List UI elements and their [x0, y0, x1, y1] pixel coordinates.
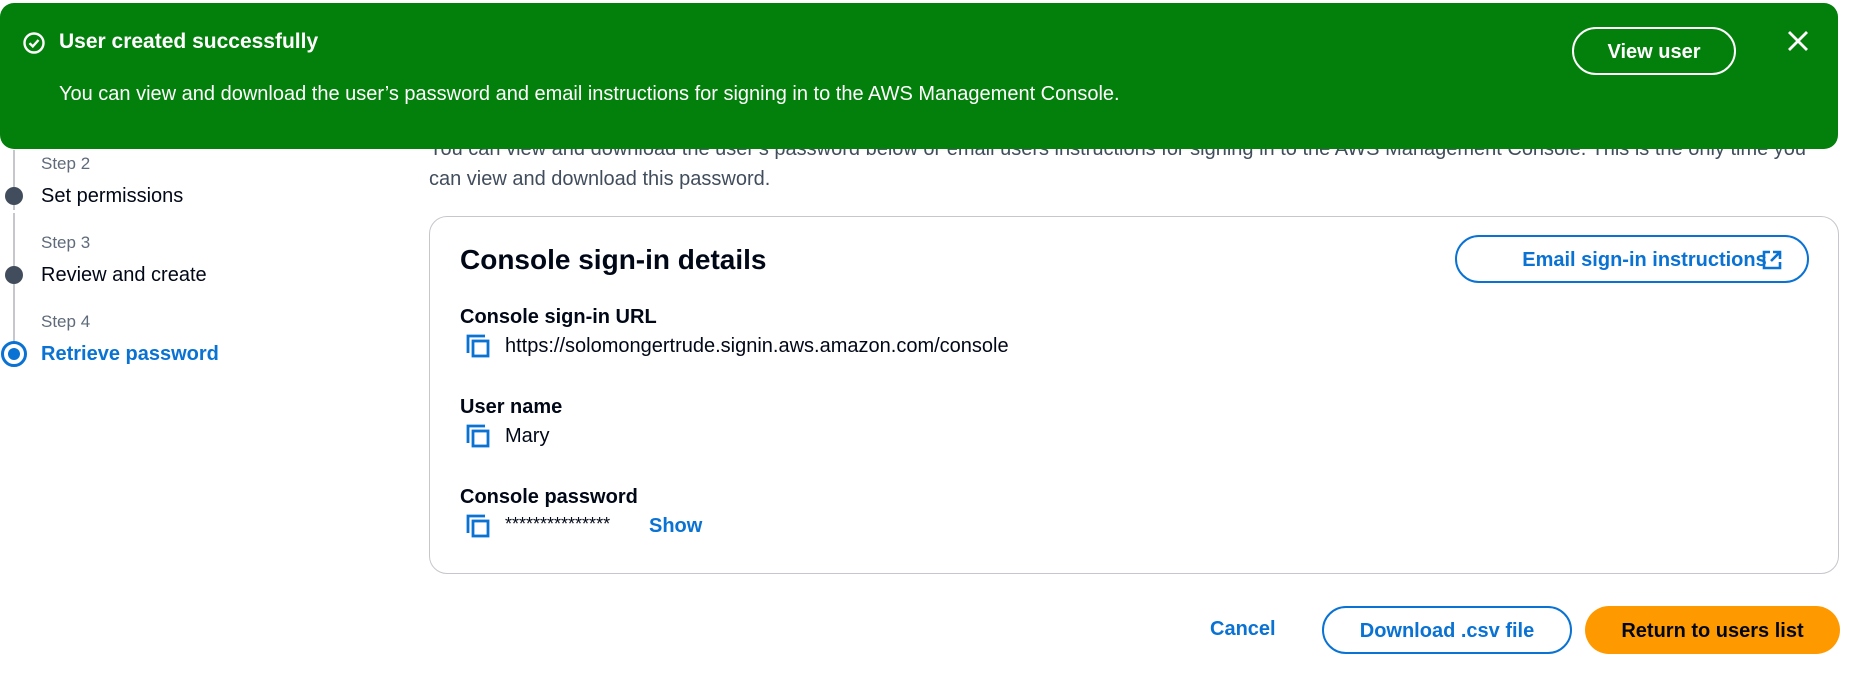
- copy-username-icon[interactable]: [465, 423, 491, 449]
- page: Step 2 Set permissions Step 3 Review and…: [0, 0, 1862, 679]
- step-3-link[interactable]: Review and create: [41, 263, 207, 287]
- check-circle-icon: [23, 32, 45, 54]
- masked-password-value: ***************: [505, 514, 611, 534]
- step-4-current: Retrieve password: [41, 343, 219, 365]
- show-password-link[interactable]: Show: [649, 514, 702, 538]
- copy-url-icon[interactable]: [465, 333, 491, 359]
- step-2-caption: Step 2: [41, 154, 91, 173]
- email-sign-in-instructions-button[interactable]: Email sign-in instructions: [1455, 235, 1809, 283]
- return-to-users-list-button[interactable]: Return to users list: [1585, 606, 1840, 654]
- user-name-value: Mary: [505, 425, 550, 447]
- download-csv-button[interactable]: Download .csv file: [1322, 606, 1572, 654]
- close-icon[interactable]: [1785, 28, 1811, 54]
- flash-title: User created successfully: [59, 30, 319, 53]
- card-title: Console sign-in details: [460, 244, 767, 275]
- console-password-label: Console password: [460, 486, 638, 508]
- step-3-indicator: [5, 266, 23, 284]
- step-2-indicator: [5, 187, 23, 205]
- copy-password-icon[interactable]: [465, 513, 491, 539]
- success-flash-banner: User created successfully You can view a…: [0, 3, 1838, 149]
- email-button-label: Email sign-in instructions: [1522, 249, 1767, 271]
- sign-in-details-card: Console sign-in details Email sign-in in…: [429, 216, 1839, 574]
- step-3-caption: Step 3: [41, 233, 91, 252]
- cancel-button[interactable]: Cancel: [1210, 617, 1276, 641]
- flash-message: You can view and download the user’s pas…: [59, 83, 1120, 105]
- sign-in-url-value: https://solomongertrude.signin.aws.amazo…: [505, 335, 1009, 357]
- user-name-label: User name: [460, 396, 563, 418]
- sign-in-url-label: Console sign-in URL: [460, 306, 657, 328]
- step-4-caption: Step 4: [41, 312, 91, 331]
- view-user-button[interactable]: View user: [1572, 27, 1736, 75]
- external-link-icon: [1762, 250, 1782, 270]
- step-4-active-indicator: [1, 341, 27, 367]
- step-2-link[interactable]: Set permissions: [41, 184, 183, 208]
